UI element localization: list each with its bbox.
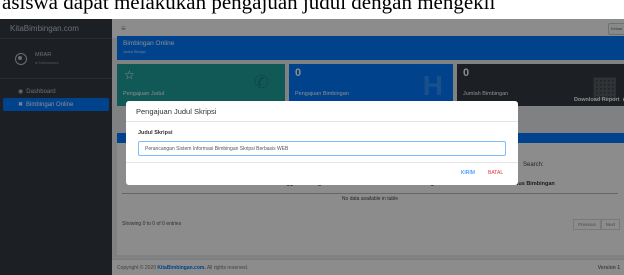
caption-text: asiswa dapat melakukan pengajuan judul d… bbox=[2, 0, 496, 14]
modal-divider bbox=[126, 121, 518, 122]
modal-title: Pengajuan Judul Skripsi bbox=[136, 107, 217, 116]
field-label: Judul Skripsi bbox=[138, 130, 173, 136]
modal-divider bbox=[126, 162, 518, 163]
cancel-button[interactable]: BATAL bbox=[488, 170, 503, 176]
document-caption: asiswa dapat melakukan pengajuan judul d… bbox=[0, 0, 624, 19]
submit-button[interactable]: KIRIM bbox=[461, 170, 475, 176]
modal-pengajuan-judul: Pengajuan Judul Skripsi Judul Skripsi KI… bbox=[126, 101, 518, 185]
judul-skripsi-input[interactable] bbox=[138, 141, 506, 156]
